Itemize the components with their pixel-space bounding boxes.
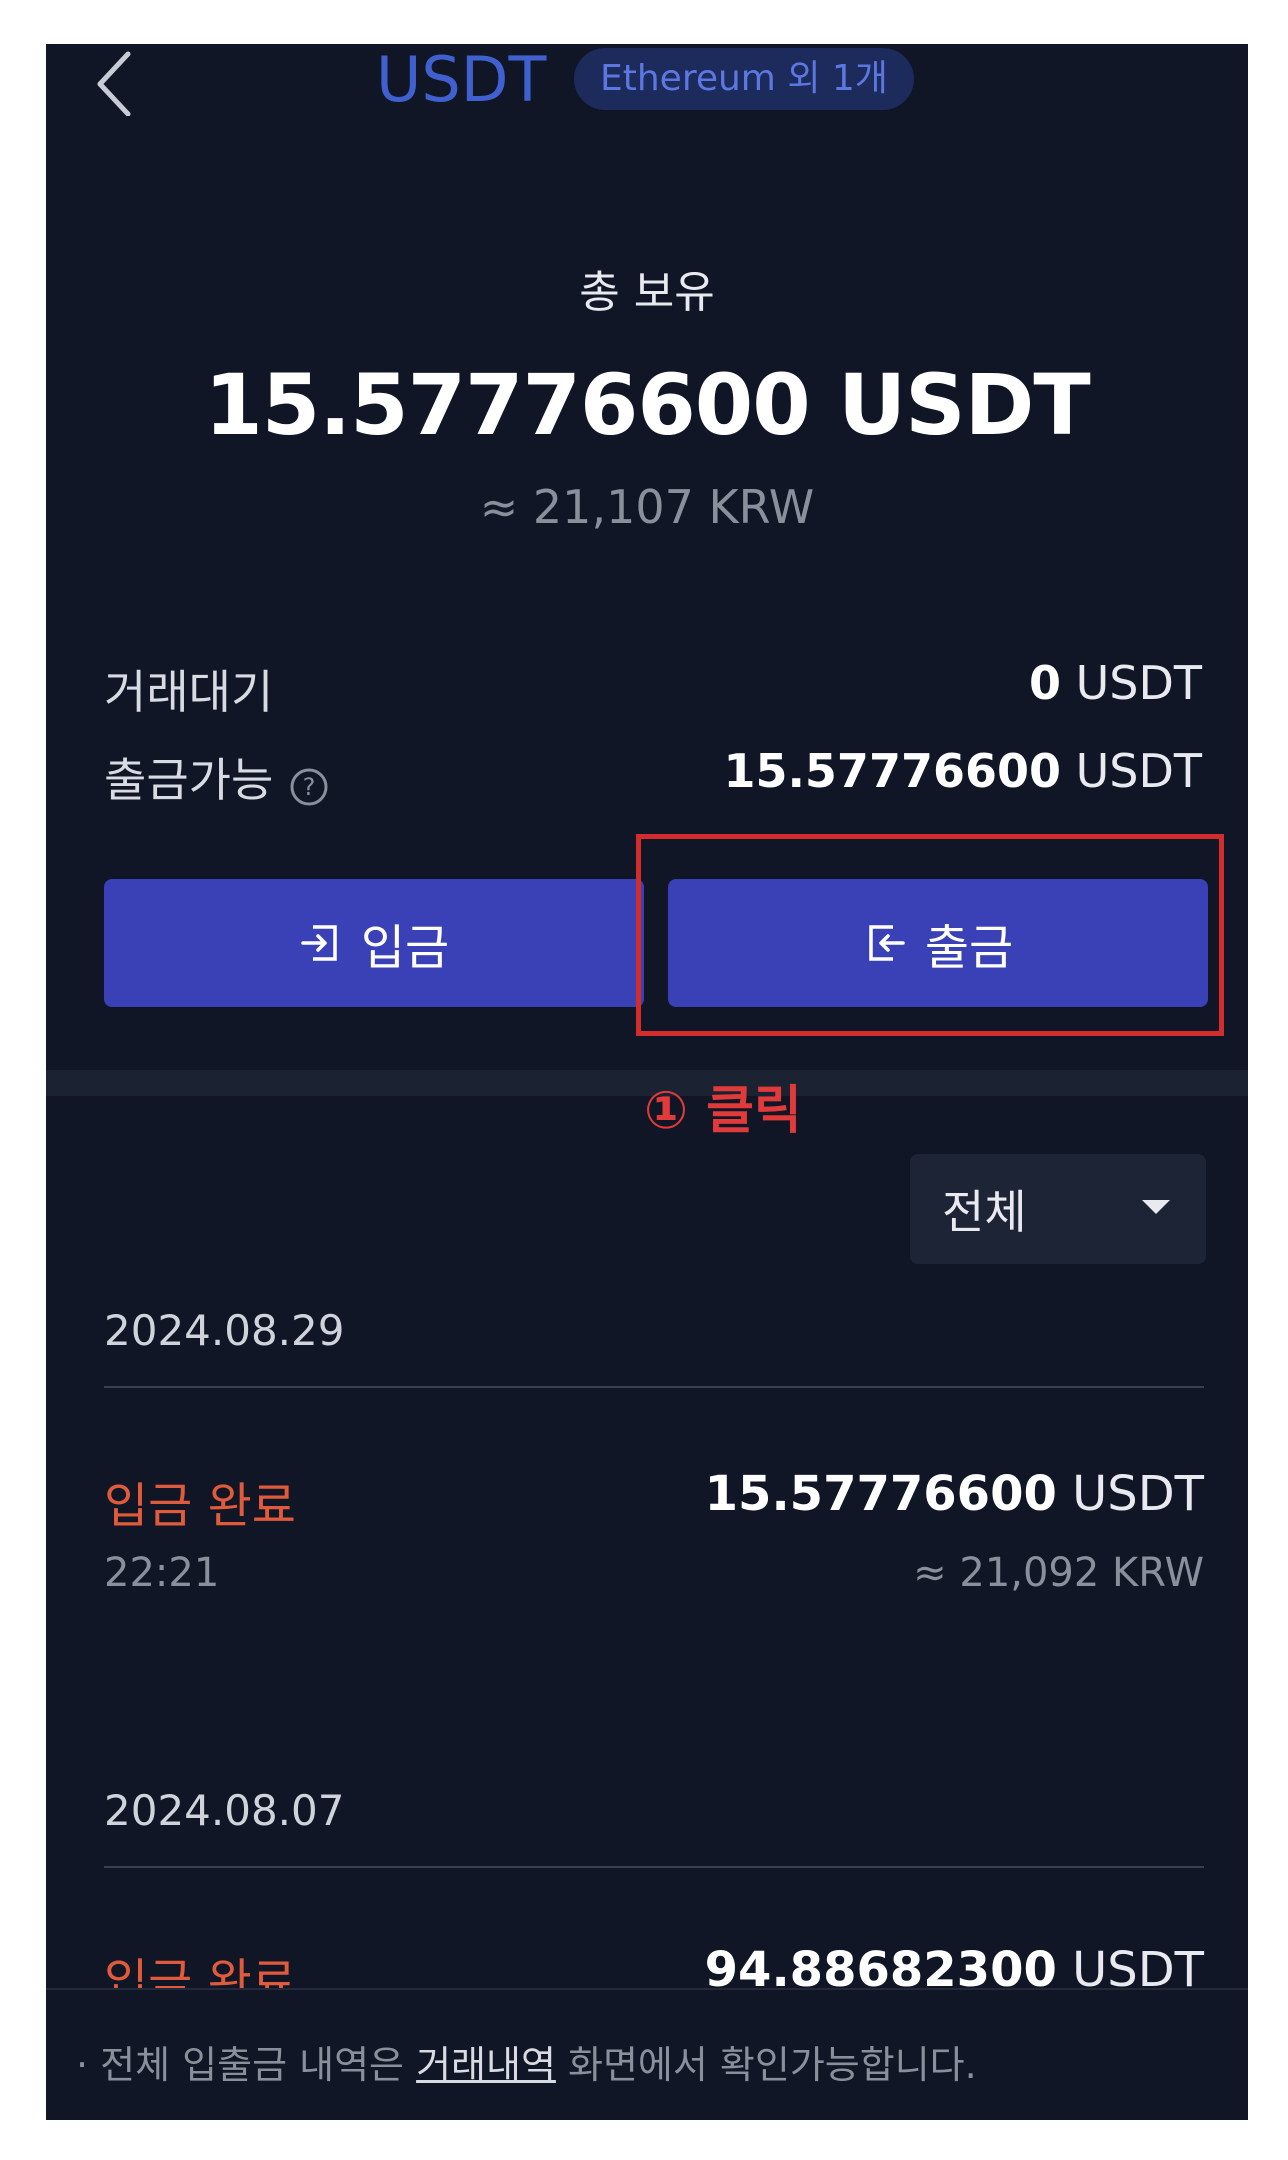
total-holdings-amount: 15.57776600 USDT xyxy=(204,356,1090,454)
help-circle-icon[interactable]: ? xyxy=(289,764,329,805)
tx-amount-unit: USDT xyxy=(1056,1466,1204,1522)
deposit-label: 입금 xyxy=(360,920,450,976)
network-badge[interactable]: Ethereum 외 1개 xyxy=(574,48,914,110)
date-divider xyxy=(104,1386,1204,1388)
wallet-screen: USDT Ethereum 외 1개 총 보유 15.57776600 USDT… xyxy=(46,44,1248,2120)
total-holdings-label: 총 보유 xyxy=(579,267,715,318)
pending-amount: 0 xyxy=(1028,656,1061,710)
available-value: 15.57776600 USDT xyxy=(723,744,1202,798)
highlight-annotation-box xyxy=(636,834,1224,1036)
available-unit: USDT xyxy=(1060,744,1202,798)
pending-value: 0 USDT xyxy=(1029,656,1202,710)
history-date-header: 2024.08.29 xyxy=(104,1306,345,1355)
back-arrow-icon[interactable] xyxy=(86,46,146,117)
available-row-label: 출금가능? xyxy=(104,744,329,810)
footer-suffix: 화면에서 확인가능합니다. xyxy=(555,2043,977,2087)
tx-status[interactable]: 입금 완료 xyxy=(104,1466,296,1536)
filter-selected-value: 전체 xyxy=(942,1185,1027,1239)
date-divider xyxy=(104,1866,1204,1868)
footer-text: · 전체 입출금 내역은 거래내역 화면에서 확인가능합니다. xyxy=(76,2034,977,2089)
transaction-history-link[interactable]: 거래내역 xyxy=(416,2043,556,2087)
available-amount: 15.57776600 xyxy=(723,744,1061,798)
deposit-icon xyxy=(301,925,337,961)
tx-krw: ≈ 21,092 KRW xyxy=(913,1550,1204,1596)
history-filter-select[interactable]: 전체 xyxy=(910,1154,1206,1264)
footer-notice: · 전체 입출금 내역은 거래내역 화면에서 확인가능합니다. xyxy=(46,1988,1248,2120)
pending-unit: USDT xyxy=(1060,656,1202,710)
available-label: 출금가능 xyxy=(104,753,274,807)
footer-prefix: · 전체 입출금 내역은 xyxy=(76,2043,417,2087)
total-holdings-krw: ≈ 21,107 KRW xyxy=(479,480,815,534)
svg-text:?: ? xyxy=(303,773,316,801)
history-date-header: 2024.08.07 xyxy=(104,1786,345,1835)
deposit-button[interactable]: 입금 xyxy=(104,879,644,1007)
tx-amount: 15.57776600 USDT xyxy=(705,1466,1204,1522)
click-annotation: ① 클릭 xyxy=(644,1081,802,1141)
caret-down-icon xyxy=(1142,1200,1170,1214)
tx-amount-value: 15.57776600 xyxy=(704,1466,1057,1522)
tx-time: 22:21 xyxy=(104,1550,220,1596)
coin-title: USDT xyxy=(376,44,547,116)
pending-label: 거래대기 xyxy=(104,665,274,719)
